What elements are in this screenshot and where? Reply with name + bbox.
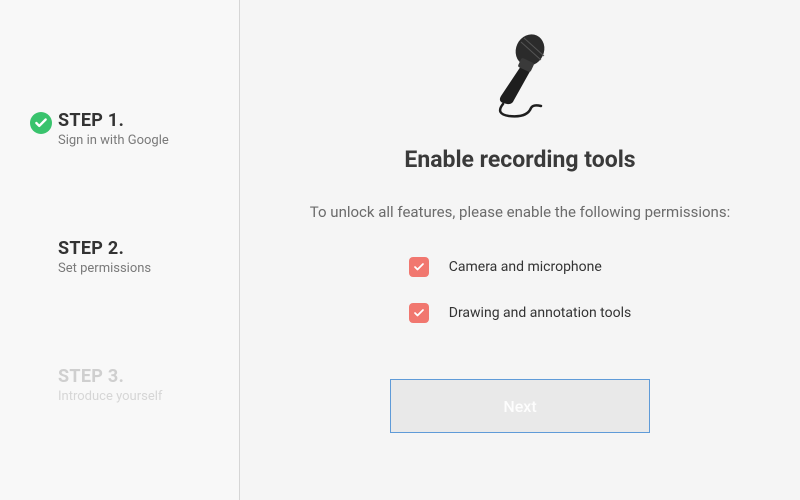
next-button[interactable]: Next [390,379,650,433]
page-heading: Enable recording tools [404,146,635,173]
step-title: STEP 2. [58,238,219,259]
checkbox-drawing-tools[interactable] [409,303,429,323]
permission-label: Camera and microphone [449,259,602,275]
step-subtitle: Introduce yourself [58,389,219,404]
step-1: STEP 1. Sign in with Google [0,100,239,158]
permission-drawing-tools: Drawing and annotation tools [409,303,631,323]
check-icon [30,112,52,134]
steps-sidebar: STEP 1. Sign in with Google STEP 2. Set … [0,0,240,500]
permission-camera-mic: Camera and microphone [409,257,631,277]
permissions-list: Camera and microphone Drawing and annota… [409,257,631,349]
step-3: STEP 3. Introduce yourself [0,356,239,414]
onboarding-dialog: STEP 1. Sign in with Google STEP 2. Set … [0,0,800,500]
step-title: STEP 3. [58,366,219,387]
step-2: STEP 2. Set permissions [0,228,239,286]
microphone-icon [475,28,565,128]
main-panel: Enable recording tools To unlock all fea… [240,0,800,500]
checkbox-camera-mic[interactable] [409,257,429,277]
step-subtitle: Set permissions [58,261,219,276]
permission-label: Drawing and annotation tools [449,305,631,321]
step-subtitle: Sign in with Google [58,133,219,148]
page-subtext: To unlock all features, please enable th… [310,203,730,221]
step-title: STEP 1. [58,110,219,131]
